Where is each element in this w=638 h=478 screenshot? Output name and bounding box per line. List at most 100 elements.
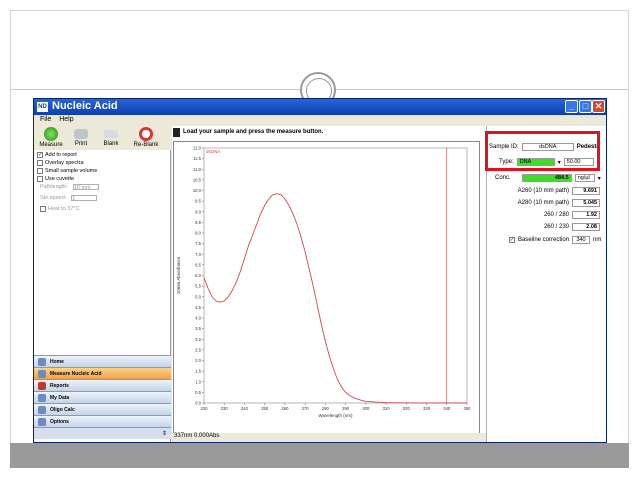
options-icon (38, 417, 46, 426)
menu-file[interactable]: File (40, 116, 51, 123)
checkbox-checked-icon[interactable]: ✓ (509, 237, 515, 243)
add-to-report-label: Add to report (45, 152, 77, 158)
y-tick-label: 5.5 (195, 284, 201, 289)
minimize-button[interactable]: _ (565, 100, 578, 113)
nav-oligo-calc[interactable]: Oligo Calc (34, 403, 171, 415)
checkbox-icon[interactable] (37, 160, 43, 166)
y-tick-label: 9.0 (195, 209, 201, 214)
title-bar: ND Nucleic Acid _ □ ✕ (34, 99, 606, 115)
home-icon (38, 357, 46, 366)
nav-oligo-calc-label: Oligo Calc (50, 406, 75, 413)
small-sample-volume-label: Small sample volume (45, 168, 98, 174)
y-tick-label: 1.0 (195, 379, 201, 384)
x-tick-label: 220 (201, 406, 209, 411)
heat-label: Heat to 37°C (48, 206, 80, 212)
nav-panel: Home Measure Nucleic Acid Reports My Dat… (34, 355, 171, 439)
checkbox-icon (40, 206, 46, 212)
spectrum-line (203, 193, 467, 404)
status-bar: 337nm 0.000Abs (172, 433, 486, 442)
spectrum-chart: 0.0 0.5 1.0 1.5 2.0 2.5 3.0 3.5 4.0 4.5 5.0 5.5 6.0 6… (176, 146, 472, 419)
checkbox-icon[interactable] (37, 176, 43, 182)
a260-value: 9.691 (572, 187, 600, 195)
left-pane: Measure Print Blank Re-Blank ✓ Add to rep… (34, 126, 171, 442)
nav-options-label: Options (50, 418, 69, 425)
x-tick-label: 340 (443, 406, 451, 411)
y-tick-label: 9.5 (195, 199, 201, 204)
nav-my-data[interactable]: My Data (34, 391, 171, 403)
conc-unit-select[interactable]: ng/µl (574, 174, 595, 182)
print-button[interactable]: Print (66, 126, 96, 150)
slide-left-border (10, 10, 11, 468)
message-bar: Load your sample and press the measure b… (172, 126, 486, 138)
my-data-icon (38, 393, 46, 402)
a280-row: A280 (10 mm path) 5.045 (515, 199, 600, 207)
x-tick-label: 300 (362, 406, 370, 411)
baseline-field[interactable]: 340 (572, 236, 591, 244)
blank-button[interactable]: Blank (96, 126, 126, 150)
x-axis-label: Wavelength (nm) (318, 413, 353, 418)
series-legend-label: dsDNA (206, 149, 220, 154)
y-tick-label: 8.5 (195, 220, 201, 225)
x-tick-label: 250 (261, 406, 269, 411)
app-icon: ND (37, 102, 48, 112)
ratio-260-280-row: 260 / 280 1.92 (515, 211, 600, 219)
spectrum-pane: Load your sample and press the measure b… (172, 126, 486, 442)
y-tick-label: 12.0 (193, 146, 202, 151)
y-tick-label: 0.0 (195, 401, 201, 406)
y-tick-label: 4.5 (195, 305, 201, 310)
nav-reports-label: Reports (50, 382, 69, 389)
y-axis-label: 10mm Absorbance (176, 256, 181, 294)
baseline-row: ✓ Baseline correction 340 nm (509, 236, 601, 244)
y-tick-label: 3.0 (195, 337, 201, 342)
nav-measure-label: Measure Nucleic Acid (50, 370, 102, 377)
nav-measure-nucleic-acid[interactable]: Measure Nucleic Acid (34, 367, 171, 379)
x-tick-label: 230 (221, 406, 229, 411)
small-sample-volume-option[interactable]: Small sample volume (37, 167, 99, 175)
x-tick-label: 280 (322, 406, 330, 411)
printer-icon (74, 129, 88, 139)
pathlength-label: Pathlength: (40, 184, 68, 190)
y-tick-label: 3.5 (195, 326, 201, 331)
checkbox-icon[interactable] (37, 168, 43, 174)
print-label: Print (74, 141, 88, 147)
stir-speed-label: Stir speed: (40, 195, 67, 201)
spectrum-plot: 0.0 0.5 1.0 1.5 2.0 2.5 3.0 3.5 4.0 4.5 5.0 5.5 6.0 6… (173, 141, 480, 438)
stir-speed-option: Stir speed: 1 (40, 194, 99, 202)
use-cuvette-option[interactable]: Use cuvette (37, 175, 99, 183)
nav-home[interactable]: Home (34, 355, 171, 367)
plot-frame (203, 147, 468, 404)
nav-expand-icon[interactable]: ⇕ (162, 430, 167, 437)
stir-speed-select[interactable]: 1 (71, 195, 98, 202)
nav-footer: ⇕ (34, 427, 171, 439)
slide: ND Nucleic Acid _ □ ✕ File Help Measure … (0, 0, 638, 478)
conc-row: Conc. 484.5 ng/µl ▾ (495, 174, 601, 182)
menu-help[interactable]: Help (59, 116, 73, 123)
maximize-button[interactable]: □ (579, 100, 592, 113)
reblank-button[interactable]: Re-Blank (128, 126, 164, 150)
x-tick-label: 350 (464, 406, 472, 411)
options-panel: ✓ Add to report Overlay spectra Small sam… (37, 151, 99, 213)
y-tick-label: 10.0 (193, 188, 202, 193)
close-button[interactable]: ✕ (592, 100, 605, 113)
toolbar: Measure Print Blank Re-Blank (34, 126, 171, 150)
y-tick-label: 6.0 (195, 273, 201, 278)
x-tick-label: 320 (403, 406, 411, 411)
add-to-report-option[interactable]: ✓ Add to report (37, 151, 99, 159)
checkbox-checked-icon[interactable]: ✓ (37, 152, 43, 158)
y-tick-label: 11.5 (193, 156, 202, 161)
y-tick-label: 0.5 (195, 390, 201, 395)
x-tick-label: 270 (302, 406, 310, 411)
dropdown-arrow-icon[interactable]: ▾ (598, 175, 601, 182)
play-icon (44, 127, 58, 141)
y-tick-label: 7.0 (195, 252, 201, 257)
overlay-spectra-option[interactable]: Overlay spectra (37, 159, 99, 167)
conc-value: 484.5 (521, 174, 572, 182)
nav-reports[interactable]: Reports (34, 379, 171, 391)
nav-options[interactable]: Options (34, 415, 171, 427)
slide-footer-bar (10, 443, 629, 468)
y-tick-label: 2.0 (195, 358, 201, 363)
ratio-260-280-label: 260 / 280 (543, 212, 569, 218)
highlight-box (485, 131, 600, 171)
pathlength-select[interactable]: 10 mm (72, 184, 99, 191)
measure-button[interactable]: Measure (36, 126, 66, 150)
